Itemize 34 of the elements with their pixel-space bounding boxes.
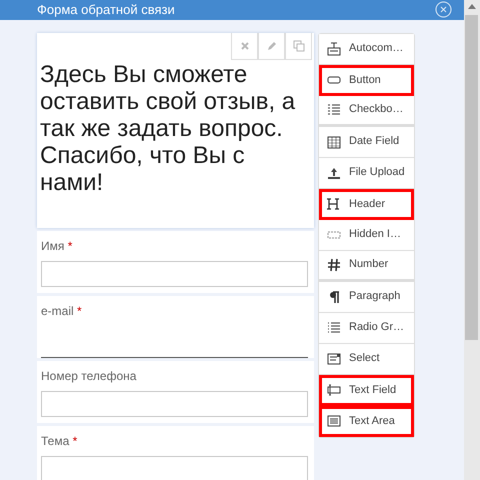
palette-item[interactable]: Header (319, 188, 414, 220)
x-icon (238, 40, 250, 52)
palette-item[interactable]: Autocom… (319, 34, 414, 64)
field-label: Имя (41, 238, 64, 252)
hash-icon (327, 258, 341, 272)
list-icon (327, 320, 341, 334)
remove-button[interactable] (231, 32, 258, 60)
pencil-icon (266, 40, 278, 52)
palette-item[interactable]: Text Field (319, 374, 414, 406)
palette-item[interactable]: Text Area (319, 406, 414, 436)
text-area-icon (327, 414, 341, 428)
text-field-icon (327, 383, 341, 397)
copy-button[interactable] (285, 32, 312, 60)
upload-icon (327, 166, 341, 180)
required-mark: * (72, 434, 78, 448)
calendar-icon (327, 134, 341, 148)
autocomplete-icon (327, 42, 341, 56)
close-icon[interactable] (435, 1, 452, 18)
field-label: Тема (41, 434, 70, 448)
edit-button[interactable] (258, 32, 285, 60)
field-label: Номер телефона (41, 368, 136, 382)
scroll-up-icon[interactable] (468, 4, 476, 9)
dialog-title: Форма обратной связи (37, 1, 175, 19)
copy-icon (292, 40, 304, 52)
required-mark: * (68, 238, 72, 252)
pilcrow-icon (327, 290, 341, 304)
required-mark: * (77, 304, 82, 318)
scrollbar-thumb[interactable] (465, 15, 478, 340)
header-text: Здесь Вы сможете оставить свой отзыв, а так же задать вопрос. Спасибо, что Вы с нами! (40, 60, 296, 196)
field-label: e-mail (41, 304, 74, 318)
letter-h-icon (327, 197, 341, 211)
select-icon (327, 352, 341, 366)
checklist-icon (327, 102, 341, 116)
palette-item[interactable]: Button (319, 64, 414, 96)
